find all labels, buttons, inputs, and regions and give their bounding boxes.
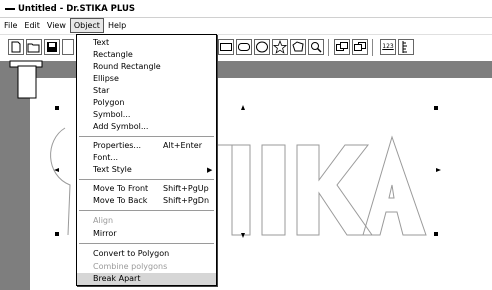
menu-item-add-symbol[interactable]: Add Symbol...	[77, 121, 216, 133]
menu-item-label: Text Style	[93, 165, 132, 174]
menu-item-rectangle[interactable]: Rectangle	[77, 49, 216, 61]
menu-item-label: Star	[93, 86, 110, 95]
menu-separator	[79, 210, 214, 211]
label-sheet-icon	[17, 65, 37, 99]
menu-item-shortcut: Alt+Enter	[163, 141, 203, 150]
menu-item-properties[interactable]: Properties... Alt+Enter	[77, 140, 216, 152]
selection-handle[interactable]	[55, 232, 59, 236]
letter-t-outline	[217, 144, 251, 236]
menu-item-font[interactable]: Font...	[77, 152, 216, 164]
menu-item-shortcut: Shift+PgDn	[163, 196, 210, 205]
canvas-art[interactable]	[0, 0, 492, 290]
menu-item-round-rectangle[interactable]: Round Rectangle	[77, 61, 216, 73]
letter-s-outline	[50, 127, 71, 236]
menu-item-label: Font...	[93, 153, 119, 162]
letter-k-outline	[296, 144, 373, 236]
menu-item-label: Mirror	[93, 229, 117, 238]
menu-item-ellipse[interactable]: Ellipse	[77, 73, 216, 85]
object-menu-dropdown: Text Rectangle Round Rectangle Ellipse S…	[76, 34, 217, 286]
menu-item-label: Rectangle	[93, 50, 133, 59]
menu-item-label: Ellipse	[93, 74, 119, 83]
menu-item-shortcut: Shift+PgUp	[163, 184, 209, 193]
menu-item-move-to-back[interactable]: Move To Back Shift+PgDn	[77, 195, 216, 207]
menu-item-text[interactable]: Text	[77, 37, 216, 49]
menu-item-break-apart[interactable]: Break Apart	[77, 273, 216, 285]
menu-item-align: Align	[77, 215, 216, 227]
menu-item-label: Convert to Polygon	[93, 249, 170, 258]
submenu-arrow-icon: ▶	[207, 166, 213, 174]
menu-item-polygon[interactable]: Polygon	[77, 97, 216, 109]
menu-item-label: Text	[93, 38, 110, 47]
menu-separator	[79, 179, 214, 180]
menu-item-label: Move To Back	[93, 196, 148, 205]
selection-handle[interactable]	[434, 232, 438, 236]
menu-item-label: Align	[93, 216, 114, 225]
menu-item-mirror[interactable]: Mirror	[77, 228, 216, 240]
menu-item-label: Add Symbol...	[93, 122, 149, 131]
menu-separator	[79, 136, 214, 137]
menu-item-combine-polygons: Combine polygons	[77, 261, 216, 273]
menu-item-symbol[interactable]: Symbol...	[77, 109, 216, 121]
menu-item-text-style[interactable]: Text Style ▶	[77, 164, 216, 176]
menu-item-star[interactable]: Star	[77, 85, 216, 97]
menu-item-label: Round Rectangle	[93, 62, 161, 71]
menu-item-label: Break Apart	[93, 274, 141, 283]
menu-item-label: Move To Front	[93, 184, 149, 193]
menu-item-label: Combine polygons	[93, 262, 168, 271]
menu-separator	[79, 243, 214, 244]
letter-a-outline	[362, 135, 427, 236]
scale-arrow-right[interactable]	[436, 168, 441, 172]
menu-item-move-to-front[interactable]: Move To Front Shift+PgUp	[77, 183, 216, 195]
selection-handle[interactable]	[55, 106, 59, 110]
menu-item-convert-to-polygon[interactable]: Convert to Polygon	[77, 248, 216, 260]
scale-arrow-top[interactable]	[241, 105, 245, 110]
menu-item-label: Polygon	[93, 98, 125, 107]
menu-item-label: Symbol...	[93, 110, 131, 119]
menu-item-label: Properties...	[93, 141, 142, 150]
letter-i-outline	[261, 144, 286, 236]
selection-handle[interactable]	[434, 106, 438, 110]
